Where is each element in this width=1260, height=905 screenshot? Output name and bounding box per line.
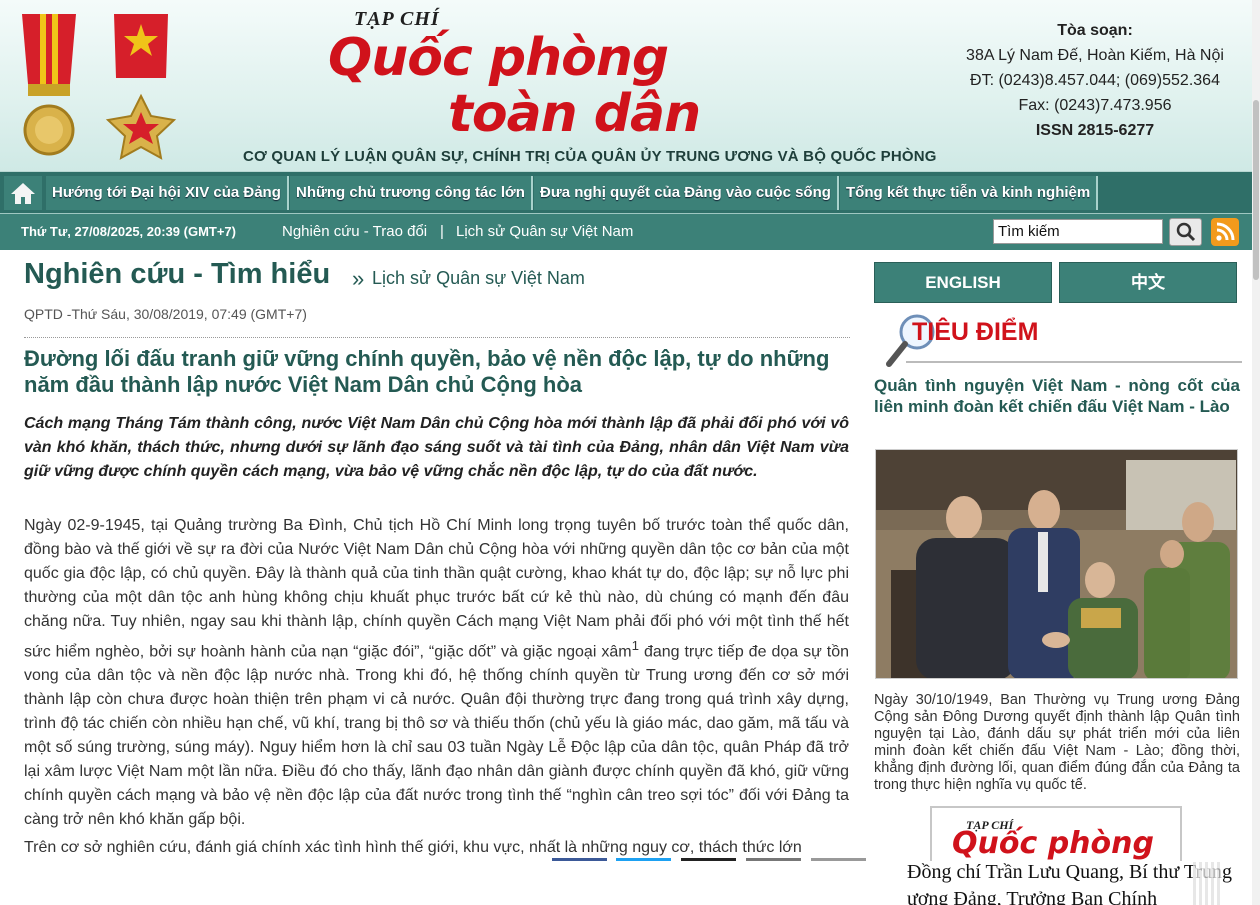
article-title: Đường lối đấu tranh giữ vững chính quyền…: [24, 346, 830, 397]
search-button[interactable]: [1169, 218, 1202, 246]
contact-title: Tòa soạn:: [1057, 22, 1133, 39]
nav-item-dai-hoi[interactable]: Hướng tới Đại hội XIV của Đảng: [46, 176, 289, 210]
current-date: Thứ Tư, 27/08/2025, 20:39 (GMT+7): [21, 224, 236, 239]
chinese-button[interactable]: 中文: [1059, 262, 1237, 303]
site-header: TẠP CHÍ Quốc phòng toàn dân CƠ QUAN LÝ L…: [0, 0, 1260, 172]
search-icon: [1176, 222, 1195, 242]
rss-icon: [1216, 222, 1235, 241]
nav-item-tong-ket[interactable]: Tổng kết thực tiễn và kinh nghiệm: [840, 176, 1099, 210]
focus-divider: [906, 361, 1242, 363]
rss-button[interactable]: [1211, 218, 1239, 246]
breadcrumb-arrow-icon: »: [352, 266, 365, 291]
home-icon: [11, 183, 35, 204]
focus-section-title: TIÊU ĐIỂM: [912, 318, 1039, 346]
logo-line-2: toàn dân: [448, 84, 701, 144]
focus-article-photo[interactable]: [875, 449, 1238, 679]
popup-scroll-handle[interactable]: [1193, 862, 1223, 905]
paragraph-1-part-a: Ngày 02-9-1945, tại Quảng trường Ba Đình…: [24, 517, 849, 661]
subcategory-link[interactable]: Lịch sử Quân sự Việt Nam: [372, 268, 585, 289]
sidebar-logo-text: Quốc phòng: [952, 826, 1154, 861]
main-nav: Hướng tới Đại hội XIV của Đảng Những chủ…: [0, 172, 1260, 214]
medals-emblem: [22, 14, 177, 160]
footnote-ref[interactable]: 1: [632, 638, 639, 653]
english-button[interactable]: ENGLISH: [874, 262, 1052, 303]
category-title[interactable]: Nghiên cứu - Tìm hiểu: [24, 258, 330, 291]
contact-issn: ISSN 2815-6277: [1035, 122, 1155, 139]
photo-caption: Ngày 30/10/1949, Ban Thường vụ Trung ươn…: [874, 692, 1240, 793]
article-paragraph-2: Trên cơ sở nghiên cứu, đánh giá chính xá…: [24, 839, 802, 856]
search-input[interactable]: [993, 219, 1163, 244]
nav-item-nghi-quyet[interactable]: Đưa nghị quyết của Đảng vào cuộc sống: [534, 176, 839, 210]
article-meta: QPTD -Thứ Sáu, 30/08/2019, 07:49 (GMT+7): [24, 306, 307, 322]
contact-info: Tòa soạn: 38A Lý Nam Đế, Hoàn Kiếm, Hà N…: [950, 18, 1240, 143]
subnav-link-lich-su[interactable]: Lịch sử Quân sự Việt Nam: [456, 223, 633, 240]
divider: [24, 337, 850, 338]
photo-illustration: [876, 450, 1237, 678]
nav-item-chu-truong[interactable]: Những chủ trương công tác lớn: [290, 176, 533, 210]
site-tagline: CƠ QUAN LÝ LUẬN QUÂN SỰ, CHÍNH TRỊ CỦA Q…: [243, 148, 937, 165]
contact-address: 38A Lý Nam Đế, Hoàn Kiếm, Hà Nội: [966, 47, 1224, 64]
subnav-separator: |: [440, 223, 444, 240]
subnav-link-nghien-cuu[interactable]: Nghiên cứu - Trao đổi: [282, 223, 427, 240]
focus-article-title[interactable]: Quân tình nguyện Việt Nam - nòng cốt của…: [874, 375, 1240, 417]
contact-phone: ĐT: (0243)8.457.044; (069)552.364: [970, 72, 1220, 89]
sidebar-logo-banner[interactable]: TẠP CHÍ Quốc phòng: [930, 806, 1182, 866]
logo-line-1: Quốc phòng: [328, 28, 669, 88]
article-lead: Cách mạng Tháng Tám thành công, nước Việ…: [24, 415, 849, 480]
paragraph-1-part-b: đang trực tiếp đe dọa sự tồn vong của dâ…: [24, 643, 850, 829]
contact-fax: Fax: (0243)7.473.956: [1018, 97, 1172, 114]
site-logo[interactable]: TẠP CHÍ Quốc phòng toàn dân: [328, 6, 758, 146]
home-button[interactable]: [4, 176, 42, 210]
article-paragraph-1: Ngày 02-9-1945, tại Quảng trường Ba Đình…: [24, 514, 849, 832]
page-scrollbar-thumb[interactable]: [1253, 100, 1259, 280]
